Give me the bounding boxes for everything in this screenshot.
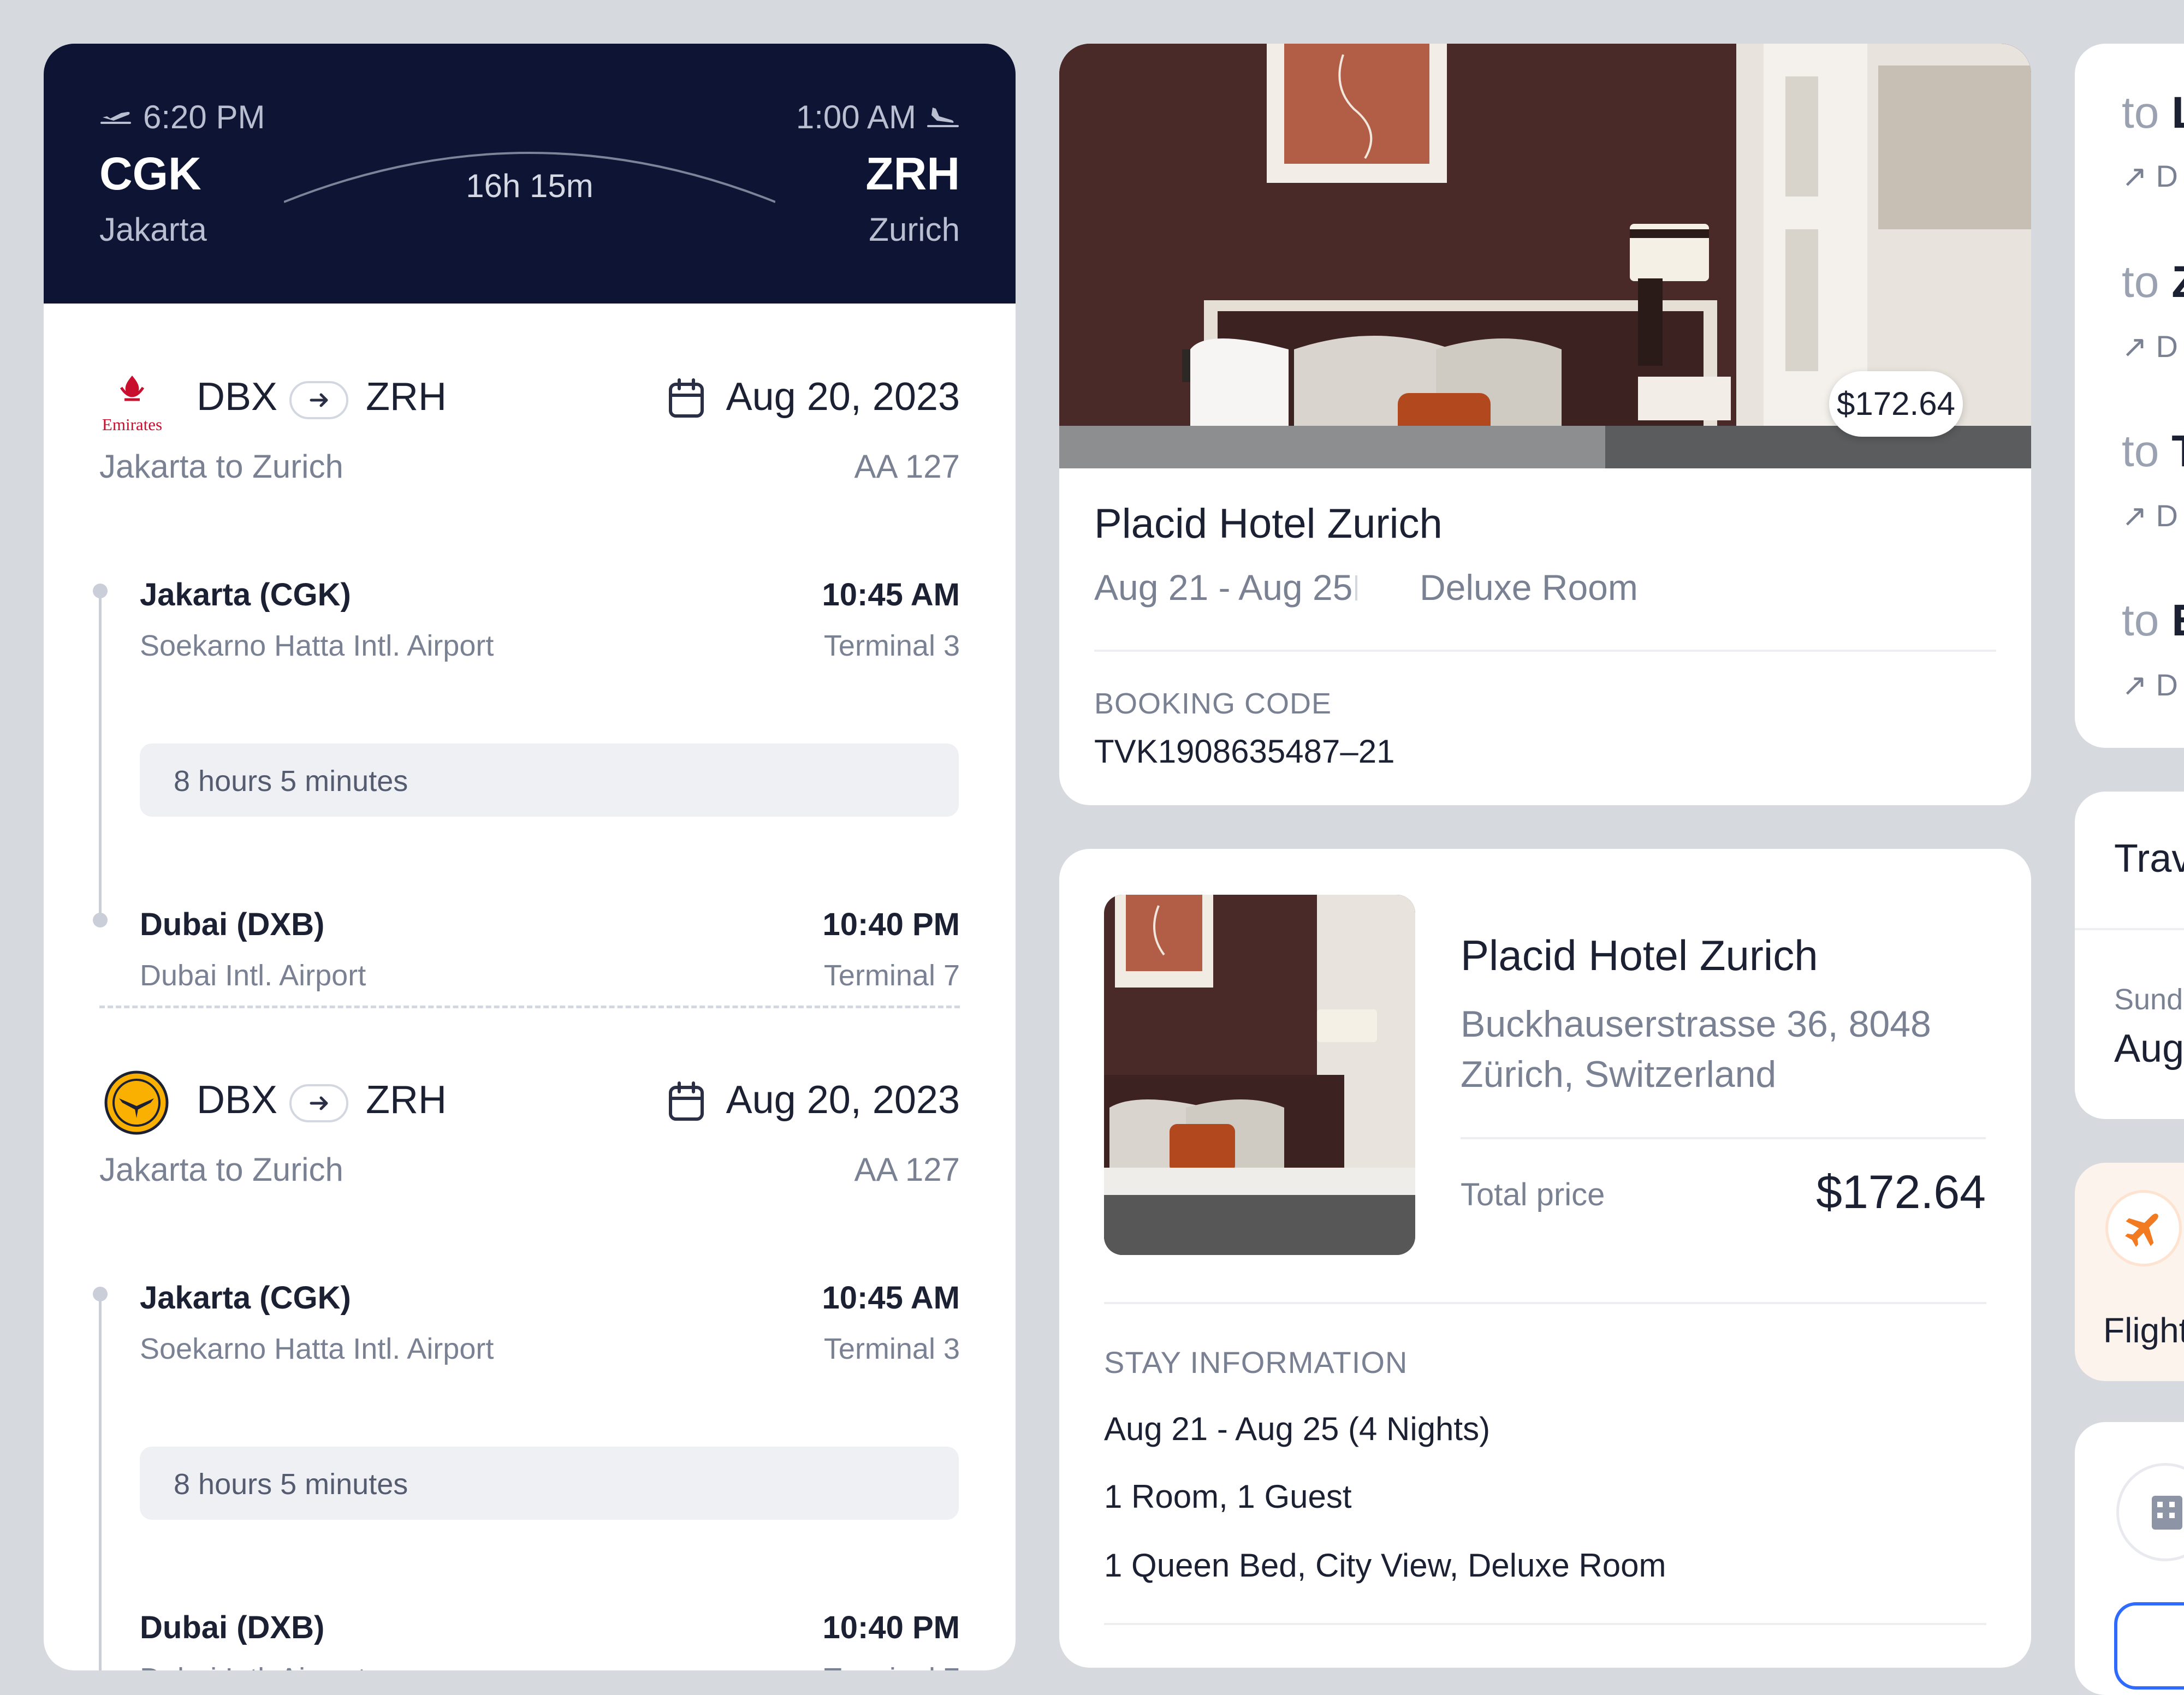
timeline-line xyxy=(99,1294,102,1670)
hotel-address-line-1: Buckhauserstrasse 36, 8048 xyxy=(1461,1003,1931,1045)
takeoff-icon xyxy=(100,111,131,124)
arrival-place: Dubai (DXB) xyxy=(140,907,325,942)
divider xyxy=(1104,1302,1986,1304)
segment-2-to: ZRH xyxy=(366,1078,447,1122)
flight-category-card[interactable]: Flight xyxy=(2075,1163,2184,1381)
flight-summary-header: 6:20 PM 1:00 AM CGK ZRH Jakarta Zurich 1… xyxy=(44,44,1016,304)
travel-card-title: Trav xyxy=(2114,837,2184,881)
arrival-terminal: Terminal 7 xyxy=(823,959,960,992)
destination-item[interactable]: to Z xyxy=(2122,257,2184,308)
timeline-line xyxy=(99,590,102,917)
total-duration: 16h 15m xyxy=(466,168,594,204)
segment-1-route-label: Jakarta to Zurich xyxy=(99,448,343,485)
departure-airport: Soekarno Hatta Intl. Airport xyxy=(140,629,494,662)
origin-city: Jakarta xyxy=(99,211,207,248)
hotel-address-line-2: Zürich, Switzerland xyxy=(1461,1054,1777,1095)
destination-sub: ↗ D xyxy=(2122,668,2178,702)
hotel-category-card[interactable] xyxy=(2075,1422,2184,1695)
timeline-dot xyxy=(93,1287,108,1301)
arrow-up-right-icon: ↗ xyxy=(2122,329,2147,364)
arrow-up-right-icon: ↗ xyxy=(2122,498,2147,533)
arrow-right-icon xyxy=(289,1084,348,1122)
hotel-thumbnail xyxy=(1104,895,1415,1255)
flight-category-label: Flight xyxy=(2103,1311,2184,1350)
segment-2-flight-number: AA 127 xyxy=(854,1151,960,1188)
departure-airport: Soekarno Hatta Intl. Airport xyxy=(140,1333,494,1365)
hotel-detail-card[interactable]: Placid Hotel Zurich Buckhauserstrasse 36… xyxy=(1059,849,2031,1668)
departure-place: Jakarta (CGK) xyxy=(140,1280,351,1316)
segment-divider xyxy=(99,1006,960,1008)
arrival-time: 10:40 PM xyxy=(822,1610,960,1645)
segment-2-from: DBX xyxy=(197,1078,278,1122)
arrival-time: 10:40 PM xyxy=(822,907,960,942)
rooms-guests: 1 Room, 1 Guest xyxy=(1104,1478,1352,1515)
segment-2-date: Aug 20, 2023 xyxy=(726,1078,960,1122)
arrow-right-icon xyxy=(289,381,348,419)
building-icon xyxy=(2116,1463,2184,1561)
selected-option-outline[interactable] xyxy=(2114,1602,2184,1690)
travel-date-card[interactable]: Trav Sund Aug xyxy=(2075,792,2184,1119)
total-price-value: $172.64 xyxy=(1816,1166,1986,1218)
timeline-dot xyxy=(93,584,108,598)
calendar-icon xyxy=(669,378,704,418)
arrival-time: 1:00 AM xyxy=(796,98,960,136)
destinations-card[interactable]: to L ↗ D to Z ↗ D to T ↗ D to E ↗ D xyxy=(2075,44,2184,748)
layover-duration: 8 hours 5 minutes xyxy=(140,1447,959,1520)
stay-dates: Aug 21 - Aug 25 (4 Nights) xyxy=(1104,1411,1491,1447)
hotel-name: Placid Hotel Zurich xyxy=(1461,931,1818,979)
destination-item[interactable]: to E xyxy=(2122,595,2184,646)
destination-sub: ↗ D xyxy=(2122,498,2178,533)
divider xyxy=(1355,575,1357,600)
arrow-up-right-icon: ↗ xyxy=(2122,668,2147,702)
divider xyxy=(1461,1137,1986,1139)
travel-date: Aug xyxy=(2114,1027,2184,1070)
segment-1-from: DBX xyxy=(197,375,278,419)
segment-1-date: Aug 20, 2023 xyxy=(726,375,960,419)
destination-item[interactable]: to L xyxy=(2122,87,2184,139)
bed-view-info: 1 Queen Bed, City View, Deluxe Room xyxy=(1104,1547,1666,1584)
travel-day: Sund xyxy=(2114,983,2183,1016)
layover-duration: 8 hours 5 minutes xyxy=(140,744,959,817)
arrival-terminal: Terminal 7 xyxy=(824,1662,960,1670)
room-type: Deluxe Room xyxy=(1420,567,1638,608)
arrival-airport: Dubai Intl. Airport xyxy=(140,1662,366,1670)
departure-time: 10:45 AM xyxy=(822,577,960,612)
destination-item[interactable]: to T xyxy=(2122,426,2184,477)
hotel-booking-card[interactable]: $172.64 Placid Hotel Zurich Aug 21 - Aug… xyxy=(1059,44,2031,805)
segment-1-flight-number: AA 127 xyxy=(854,448,960,485)
landing-icon xyxy=(927,107,959,127)
arrival-place: Dubai (DXB) xyxy=(140,1610,325,1645)
departure-terminal: Terminal 3 xyxy=(823,1333,960,1365)
divider xyxy=(1094,650,1996,652)
destination-city: Zurich xyxy=(869,211,960,248)
segment-1-to: ZRH xyxy=(366,375,447,419)
departure-time: 10:45 AM xyxy=(822,1280,960,1316)
destination-sub: ↗ D xyxy=(2122,159,2178,193)
total-price-label: Total price xyxy=(1461,1177,1605,1212)
hotel-name: Placid Hotel Zurich xyxy=(1094,501,1443,547)
timeline-dot xyxy=(93,913,108,927)
lufthansa-logo xyxy=(104,1070,169,1135)
segment-2-route-label: Jakarta to Zurich xyxy=(99,1151,343,1188)
departure-time: 6:20 PM xyxy=(99,98,265,136)
departure-place: Jakarta (CGK) xyxy=(140,577,351,612)
stay-dates: Aug 21 - Aug 25 xyxy=(1094,567,1353,608)
departure-terminal: Terminal 3 xyxy=(823,629,960,662)
divider xyxy=(2075,928,2184,930)
booking-code: TVK1908635487–21 xyxy=(1094,733,1395,770)
stay-information-label: STAY INFORMATION xyxy=(1104,1345,1408,1379)
divider xyxy=(1104,1623,1986,1625)
calendar-icon xyxy=(669,1081,704,1121)
arrow-up-right-icon: ↗ xyxy=(2122,159,2147,193)
plane-icon xyxy=(2105,1190,2182,1266)
price-badge: $172.64 xyxy=(1829,371,1963,437)
booking-code-label: BOOKING CODE xyxy=(1094,687,1332,720)
flight-itinerary-card[interactable]: 6:20 PM 1:00 AM CGK ZRH Jakarta Zurich 1… xyxy=(44,44,1016,1670)
emirates-wordmark: Emirates xyxy=(102,415,163,434)
destination-sub: ↗ D xyxy=(2122,329,2178,364)
emirates-logo: Emirates xyxy=(99,371,165,437)
arrival-airport: Dubai Intl. Airport xyxy=(140,959,366,992)
